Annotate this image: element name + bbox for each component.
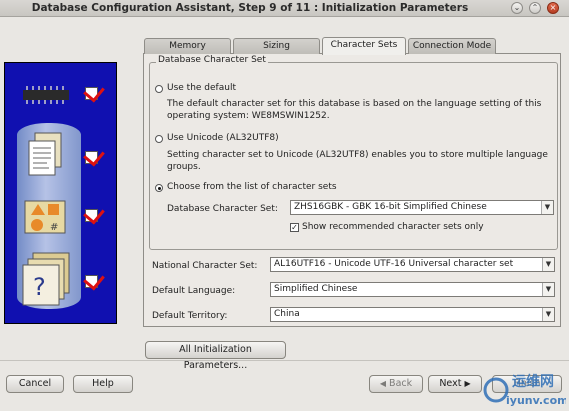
tab-sizing[interactable]: Sizing (233, 38, 320, 54)
help-button[interactable]: Help (73, 375, 133, 393)
db-charset-value: ZHS16GBK - GBK 16-bit Simplified Chinese (294, 202, 487, 212)
db-charset-select[interactable]: ZHS16GBK - GBK 16-bit Simplified Chinese… (290, 200, 554, 215)
use-default-desc-line1: The default character set for this datab… (167, 99, 542, 109)
chevron-down-icon[interactable]: ⌄ (511, 2, 523, 14)
tab-character-sets[interactable]: Character Sets (322, 37, 406, 55)
svg-text:?: ? (33, 273, 46, 301)
use-default-label[interactable]: Use the default (167, 83, 236, 93)
chip-icon (23, 86, 69, 104)
use-unicode-radio[interactable] (155, 135, 163, 143)
default-territory-value: China (274, 309, 300, 319)
default-language-label: Default Language: (152, 286, 236, 296)
default-territory-select[interactable]: China ▼ (270, 307, 555, 322)
next-label: Next (439, 378, 462, 389)
show-recommended-checkbox[interactable]: ✓ (290, 223, 299, 232)
wizard-illustration: # ? (4, 62, 117, 324)
maximize-icon[interactable]: ⌃ (529, 2, 541, 14)
chevron-down-icon[interactable]: ▼ (542, 258, 554, 271)
back-button[interactable]: ◀ Back (369, 375, 423, 393)
use-unicode-desc-line1: Setting character set to Unicode (AL32UT… (167, 150, 548, 160)
chevron-down-icon[interactable]: ▼ (542, 283, 554, 296)
national-charset-select[interactable]: AL16UTF16 - Unicode UTF-16 Universal cha… (270, 257, 555, 272)
checkmark-icon (85, 151, 98, 164)
choose-charset-label[interactable]: Choose from the list of character sets (167, 182, 337, 192)
divider (0, 360, 569, 361)
close-icon[interactable]: × (547, 2, 559, 14)
watermark-icon: 运维网 iyunv.com (483, 373, 569, 407)
shapes-icon: # (24, 200, 66, 234)
cancel-button[interactable]: Cancel (6, 375, 64, 393)
show-recommended-label[interactable]: Show recommended character sets only (302, 222, 484, 232)
window-title: Database Configuration Assistant, Step 9… (31, 2, 469, 14)
chevron-down-icon[interactable]: ▼ (542, 308, 554, 321)
use-unicode-desc-line2: groups. (167, 162, 201, 172)
tab-connection-mode[interactable]: Connection Mode (408, 38, 496, 54)
checkmark-icon (85, 275, 98, 288)
help-document-icon: ? (22, 252, 70, 306)
default-language-value: Simplified Chinese (274, 284, 358, 294)
watermark-line1: 运维网 (512, 373, 554, 390)
default-language-select[interactable]: Simplified Chinese ▼ (270, 282, 555, 297)
national-charset-value: AL16UTF16 - Unicode UTF-16 Universal cha… (274, 259, 514, 269)
checkmark-icon (85, 87, 98, 100)
default-territory-label: Default Territory: (152, 311, 228, 321)
group-legend: Database Character Set (156, 55, 268, 65)
use-default-desc-line2: operating system: WE8MSWIN1252. (167, 111, 330, 121)
chevron-right-icon: ▶ (464, 379, 471, 388)
next-button[interactable]: Next ▶ (428, 375, 482, 393)
use-unicode-label[interactable]: Use Unicode (AL32UTF8) (167, 133, 279, 143)
national-charset-label: National Character Set: (152, 261, 258, 271)
db-charset-label: Database Character Set: (167, 204, 278, 214)
all-init-params-button[interactable]: All Initialization Parameters... (145, 341, 286, 371)
watermark-logo: 运维网 iyunv.com (482, 368, 569, 410)
chevron-left-icon: ◀ (379, 379, 387, 388)
choose-charset-radio[interactable] (155, 184, 163, 192)
chevron-down-icon[interactable]: ▼ (541, 201, 553, 214)
checkmark-icon (85, 209, 98, 222)
back-label: Back (389, 378, 413, 389)
svg-text:#: # (50, 222, 58, 233)
document-icon (28, 132, 62, 176)
watermark-line2: iyunv.com (506, 394, 566, 407)
title-bar: Database Configuration Assistant, Step 9… (0, 0, 569, 17)
use-default-radio[interactable] (155, 85, 163, 93)
tab-memory[interactable]: Memory (144, 38, 231, 54)
